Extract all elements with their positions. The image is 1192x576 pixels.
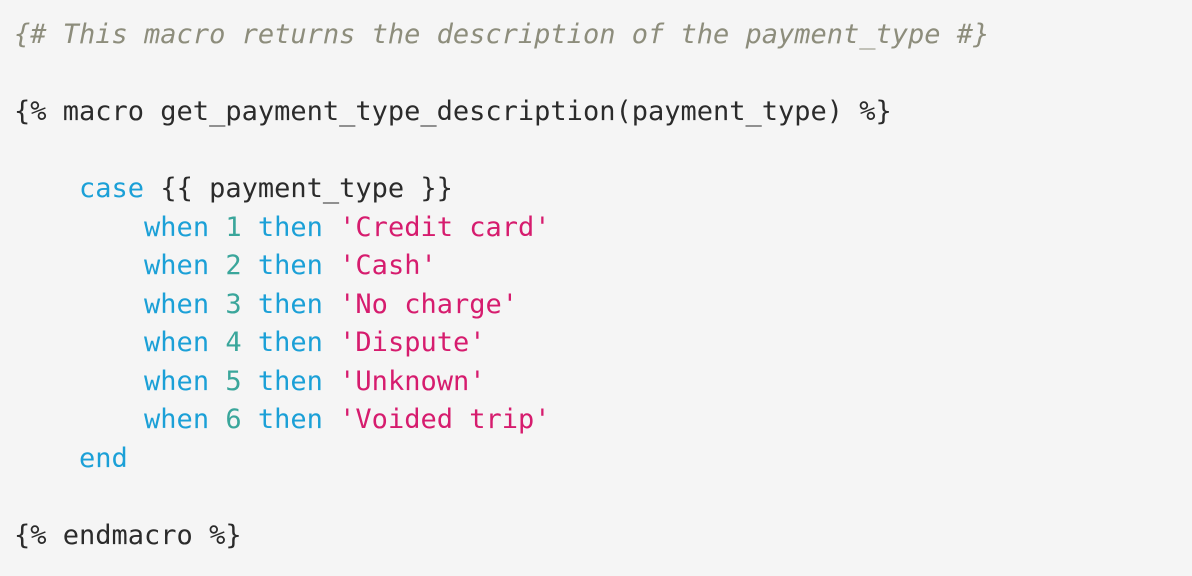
code-token-plain: {% endmacro %} (14, 519, 242, 551)
code-token-keyword: when (144, 365, 210, 397)
code-token-keyword: case (79, 173, 145, 204)
code-token-number: 5 (225, 365, 242, 397)
code-token-number: 2 (225, 250, 242, 281)
code-token-number: 4 (225, 327, 242, 358)
code-token-plain: {{ payment_type }} (144, 173, 453, 204)
code-line: when 6 then 'Voided trip' (14, 401, 1192, 440)
code-token-keyword: when (144, 288, 210, 320)
code-token-plain: {% macro get_payment_type_description(pa… (14, 96, 892, 127)
code-token-string: 'No charge' (339, 288, 518, 320)
code-token-string: 'Dispute' (339, 327, 486, 358)
code-token-number: 3 (225, 288, 242, 320)
code-line: {% endmacro %} (14, 517, 1192, 556)
code-token-string: 'Unknown' (339, 365, 486, 397)
code-token-string: 'Cash' (339, 250, 437, 281)
code-token-number: 6 (225, 404, 242, 435)
code-token-keyword: then (257, 250, 323, 281)
code-token-keyword: when (144, 211, 210, 243)
code-line: when 1 then 'Credit card' (14, 209, 1192, 248)
code-line: when 2 then 'Cash' (14, 247, 1192, 286)
code-token-string: 'Credit card' (339, 211, 551, 243)
code-line: {% macro get_payment_type_description(pa… (14, 93, 1192, 132)
code-line: case {{ payment_type }} (14, 170, 1192, 209)
code-line: {# This macro returns the description of… (14, 16, 1192, 55)
code-token-keyword: then (257, 404, 323, 435)
code-block[interactable]: {# This macro returns the description of… (0, 0, 1192, 576)
code-token-keyword: when (144, 404, 210, 435)
code-token-keyword: then (257, 288, 323, 320)
code-token-keyword: then (257, 365, 323, 397)
code-token-keyword: end (79, 442, 128, 474)
code-token-comment: {# This macro returns the description of… (14, 19, 990, 50)
code-token-keyword: when (144, 327, 210, 358)
code-line: when 4 then 'Dispute' (14, 324, 1192, 363)
code-line: when 3 then 'No charge' (14, 286, 1192, 325)
code-line: when 5 then 'Unknown' (14, 363, 1192, 402)
code-line: end (14, 440, 1192, 479)
code-token-string: 'Voided trip' (339, 404, 551, 435)
code-token-keyword: when (144, 250, 210, 281)
code-token-keyword: then (257, 211, 323, 243)
code-token-keyword: then (257, 327, 323, 358)
code-token-number: 1 (225, 211, 242, 243)
